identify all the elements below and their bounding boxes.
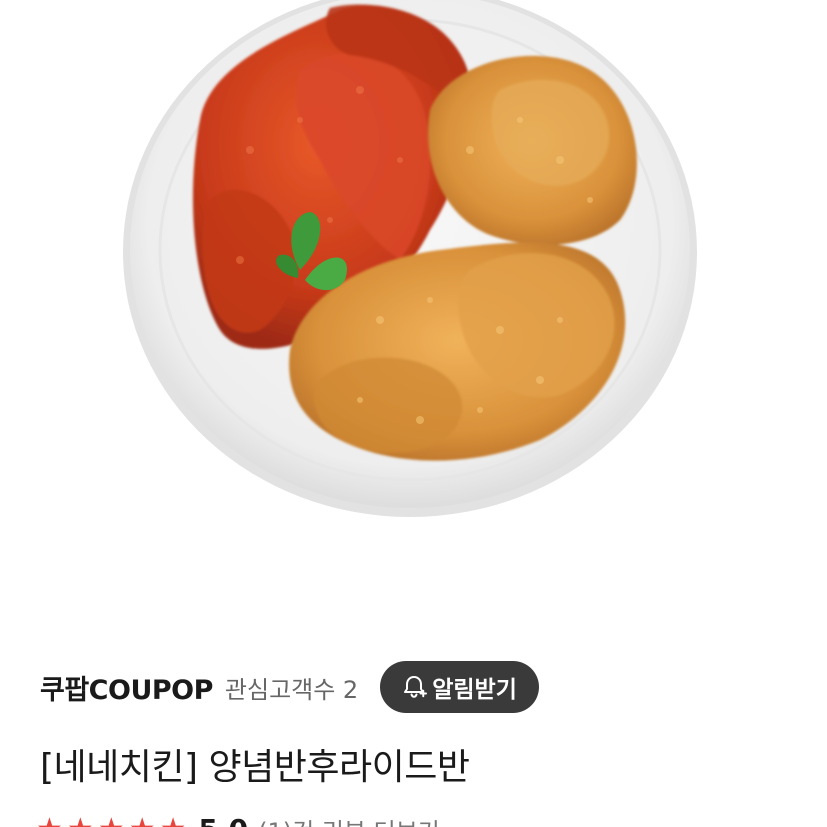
star-icon: ★: [160, 814, 187, 827]
notify-button[interactable]: 알림받기: [380, 661, 539, 713]
star-icon: ★: [98, 814, 125, 827]
seller-name[interactable]: 쿠팝COUPOP: [40, 668, 213, 707]
product-image[interactable]: [0, 0, 827, 640]
star-icon: ★: [36, 814, 63, 827]
review-link[interactable]: (1)건 리뷰 더보기: [258, 812, 440, 827]
seller-row: 쿠팝COUPOP 관심고객수 2 알림받기: [40, 660, 539, 714]
product-title: [네네치킨] 양념반후라이드반: [40, 747, 470, 788]
rating-score: 5.0: [199, 813, 249, 827]
bell-plus-icon: [404, 676, 428, 698]
star-icon: ★: [67, 814, 94, 827]
rating-row[interactable]: ★ ★ ★ ★ ★ 5.0 (1)건 리뷰 더보기: [36, 812, 440, 827]
product-page: 쿠팝COUPOP 관심고객수 2 알림받기 [네네치킨] 양념반후라이드반 ★ …: [0, 0, 827, 827]
notify-label: 알림받기: [432, 677, 517, 703]
interest-count: 관심고객수 2: [224, 675, 359, 704]
star-icon: ★: [129, 814, 156, 827]
